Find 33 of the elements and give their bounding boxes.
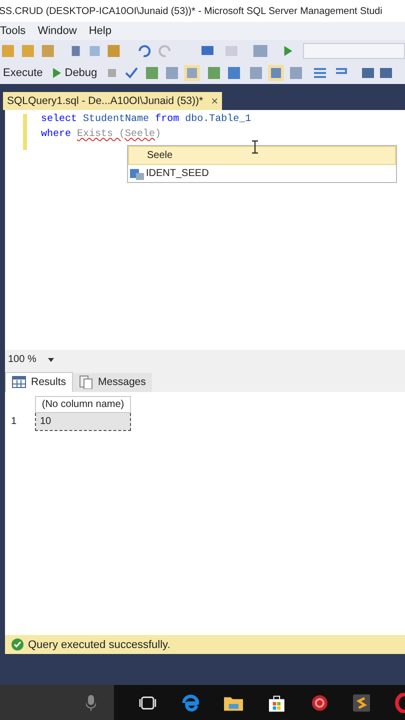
zoom-dropdown[interactable]: 100 % xyxy=(5,354,54,365)
browser-icon[interactable] xyxy=(395,692,405,712)
code-line: where Exists (Seele) xyxy=(41,129,162,142)
status-text: Query executed successfully. xyxy=(28,638,170,650)
browser-icon[interactable] xyxy=(182,694,200,712)
execute-button[interactable]: Execute xyxy=(0,67,46,79)
menu-item[interactable]: Help xyxy=(88,25,112,37)
editor-icon[interactable] xyxy=(353,694,370,712)
store-icon[interactable] xyxy=(268,694,286,712)
menu-item[interactable]: Tools xyxy=(0,25,26,37)
play-icon xyxy=(52,68,61,78)
autocomplete-item[interactable]: Seele xyxy=(128,146,396,165)
check-icon xyxy=(11,638,24,651)
results-tab[interactable]: Results xyxy=(5,372,74,392)
grid-icon xyxy=(12,376,26,388)
table-cell[interactable]: 10 xyxy=(36,412,130,430)
menu-item[interactable]: Window xyxy=(38,25,77,37)
function-icon xyxy=(130,168,144,180)
task-view-icon[interactable] xyxy=(139,696,157,710)
folder-icon[interactable] xyxy=(224,694,244,710)
document-tab[interactable]: SQLQuery1.sql - De...A10OI\Junaid (53))* × xyxy=(3,92,222,110)
close-button[interactable]: × xyxy=(211,94,218,108)
code-line: select StudentName from dbo.Table_1 xyxy=(41,114,252,127)
debug-button[interactable]: Debug xyxy=(50,67,100,79)
microphone-icon[interactable] xyxy=(86,694,96,710)
caret-icon xyxy=(48,358,54,362)
row-number: 1 xyxy=(5,412,36,430)
document-icon xyxy=(79,375,94,389)
autocomplete-item[interactable]: IDENT_SEED xyxy=(128,165,396,182)
column-header: (No column name) xyxy=(36,396,130,412)
app-icon[interactable] xyxy=(310,694,328,712)
text-cursor-icon xyxy=(251,140,259,154)
results-tab[interactable]: Messages xyxy=(73,372,152,392)
